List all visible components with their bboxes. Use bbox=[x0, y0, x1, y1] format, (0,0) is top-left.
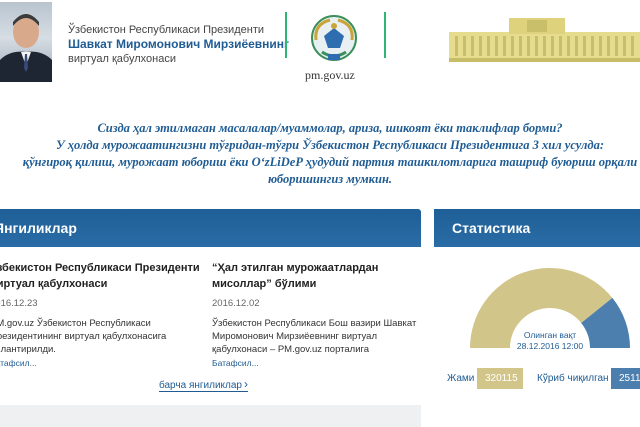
total-value-badge: 320115 bbox=[477, 368, 523, 389]
intro-line-2: У ҳолда мурожаатингизни тўғридан-тўғри Ў… bbox=[55, 138, 605, 152]
header-divider-right bbox=[384, 12, 386, 58]
all-news-label: барча янгиликлар bbox=[159, 380, 242, 391]
news-date: 2016.12.02 bbox=[212, 298, 260, 309]
news-panel-title: Янгиликлар bbox=[0, 220, 77, 236]
state-emblem-icon[interactable] bbox=[302, 10, 366, 66]
donut-caption: Олинган вақт 28.12.2016 12:00 bbox=[500, 330, 600, 352]
stats-panel-title: Статистика bbox=[452, 220, 531, 236]
site-url[interactable]: pm.gov.uz bbox=[305, 68, 355, 83]
all-news-link[interactable]: барча янгиликлар › bbox=[159, 377, 248, 392]
news-item: Ўзбекистон Республикаси Президенти вирту… bbox=[0, 260, 200, 368]
news-excerpt: Ўзбекистон Республикаси Бош вазири Шавка… bbox=[212, 318, 417, 355]
news-headline[interactable]: Ўзбекистон Республикаси Президенти вирту… bbox=[0, 260, 200, 292]
president-name[interactable]: Шавкат Миромонович Мирзиёевнинг bbox=[68, 37, 289, 51]
org-subtitle: виртуал қабулхонаси bbox=[68, 53, 176, 65]
reviewed-value-badge: 251143 bbox=[611, 368, 640, 389]
total-label: Жами bbox=[447, 373, 475, 384]
news-item: “Ҳал этилган мурожаатлардан мисоллар” бў… bbox=[212, 260, 422, 368]
government-building-icon bbox=[449, 18, 640, 62]
intro-message: Сизда ҳал этилмаган масалалар/муаммолар,… bbox=[0, 120, 640, 188]
reviewed-label: Кўриб чиқилган bbox=[537, 373, 609, 384]
president-portrait bbox=[0, 2, 52, 82]
stats-panel-header: Статистика bbox=[434, 209, 640, 247]
intro-line-4: юборишингиз мумкин. bbox=[267, 172, 393, 186]
news-more-link[interactable]: Батафсил... bbox=[212, 358, 422, 368]
news-footer-band bbox=[0, 405, 421, 427]
donut-caption-date: 28.12.2016 12:00 bbox=[516, 341, 584, 351]
news-more-link[interactable]: Батафсил... bbox=[0, 358, 200, 368]
header-divider-left bbox=[285, 12, 287, 58]
org-title-line: Ўзбекистон Республикаси Президенти bbox=[68, 24, 264, 36]
chevron-right-icon: › bbox=[244, 377, 248, 391]
news-headline[interactable]: “Ҳал этилган мурожаатлардан мисоллар” бў… bbox=[212, 260, 422, 292]
news-panel-header: Янгиликлар bbox=[0, 209, 421, 247]
all-news-underline bbox=[159, 391, 248, 392]
intro-line-1: Сизда ҳал этилмаган масалалар/муаммолар,… bbox=[97, 121, 563, 135]
donut-caption-label: Олинган вақт bbox=[523, 330, 577, 340]
news-date: 2016.12.23 bbox=[0, 298, 38, 309]
intro-line-3: қўнғироқ қилиш, мурожаат юбориш ёки O‘zL… bbox=[22, 155, 638, 169]
news-excerpt: PM.gov.uz Ўзбекистон Республикаси Презид… bbox=[0, 318, 167, 355]
